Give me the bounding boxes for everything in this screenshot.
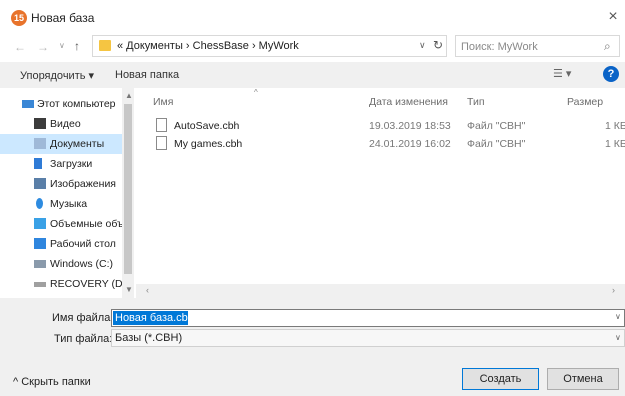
file-date: 24.01.2019 16:02: [369, 138, 451, 150]
sidebar-item-downloads[interactable]: Загрузки: [0, 154, 122, 174]
refresh-icon[interactable]: ↻: [433, 38, 443, 52]
address-bar[interactable]: « Документы › ChessBase › MyWork ∨ ↻: [92, 35, 447, 57]
column-header-date[interactable]: Дата изменения: [369, 96, 448, 108]
search-input[interactable]: [461, 39, 596, 54]
sidebar-item-label: Рабочий стол: [50, 238, 116, 250]
sidebar-item-label: RECOVERY (D:): [50, 278, 122, 290]
back-arrow-icon[interactable]: ←: [14, 40, 26, 54]
file-row[interactable]: My games.cbh 24.01.2019 16:02 Файл "CBH"…: [136, 134, 625, 154]
chevron-down-icon[interactable]: ∨: [615, 312, 621, 321]
sidebar-item-label: Windows (C:): [50, 258, 114, 270]
create-button[interactable]: Создать: [462, 368, 539, 390]
documents-icon: [34, 138, 46, 149]
chevron-down-icon[interactable]: ∨: [615, 333, 621, 342]
close-button[interactable]: ×: [604, 8, 622, 26]
filename-field[interactable]: ∨: [111, 309, 625, 327]
sidebar-item-documents[interactable]: Документы: [0, 134, 122, 154]
scroll-down-icon[interactable]: ▼: [125, 285, 133, 294]
file-name: My games.cbh: [174, 138, 243, 150]
file-size: 1 КБ: [605, 138, 625, 150]
column-header-size[interactable]: Размер: [567, 96, 603, 108]
chevron-down-icon[interactable]: ∨: [419, 40, 426, 51]
up-arrow-icon[interactable]: ↑: [74, 39, 80, 53]
app-icon: 15: [11, 10, 27, 26]
sidebar-item-label: Этот компьютер: [37, 98, 116, 110]
music-icon: [36, 198, 43, 209]
desktop-icon: [34, 238, 46, 249]
sidebar-item-label: Загрузки: [50, 158, 93, 170]
file-row[interactable]: AutoSave.cbh 19.03.2019 18:53 Файл "CBH"…: [136, 116, 625, 136]
recent-locations-icon[interactable]: ∨: [59, 41, 65, 50]
file-date: 19.03.2019 18:53: [369, 120, 451, 132]
toolbar: Упорядочить ▾ Новая папка ☰ ▾ ?: [0, 62, 625, 88]
sidebar-item-drive-d[interactable]: RECOVERY (D:): [0, 274, 122, 294]
hide-folders-button[interactable]: ^ Скрыть папки: [13, 376, 91, 388]
cancel-button[interactable]: Отмена: [547, 368, 619, 390]
scroll-left-icon[interactable]: ‹: [146, 285, 149, 295]
folder-icon: [99, 40, 111, 51]
organize-button[interactable]: Упорядочить ▾: [20, 69, 94, 82]
sidebar-item-3d-objects[interactable]: Объемные объ: [0, 214, 122, 234]
file-type: Файл "CBH": [467, 120, 526, 132]
filetype-select[interactable]: Базы (*.CBH) ∨: [111, 329, 625, 347]
column-header-type[interactable]: Тип: [467, 96, 485, 108]
column-header-name[interactable]: Имя: [153, 96, 173, 108]
sidebar-item-label: Видео: [50, 118, 81, 130]
file-type: Файл "CBH": [467, 138, 526, 150]
forward-arrow-icon[interactable]: →: [37, 40, 49, 54]
scroll-right-icon[interactable]: ›: [612, 285, 615, 295]
drive-icon: [34, 260, 46, 268]
navigation-pane: Этот компьютер Видео Документы Загрузки …: [0, 88, 135, 298]
new-folder-button[interactable]: Новая папка: [115, 69, 179, 81]
help-icon[interactable]: ?: [603, 66, 619, 82]
filename-input[interactable]: [113, 311, 188, 325]
filetype-label: Тип файла:: [54, 333, 113, 345]
file-list: Имя ^ Дата изменения Тип Размер AutoSave…: [136, 88, 625, 284]
sidebar-item-music[interactable]: Музыка: [0, 194, 122, 214]
sidebar-item-label: Изображения: [50, 178, 116, 190]
scroll-up-icon[interactable]: ▲: [125, 91, 133, 100]
drive-icon: [34, 282, 46, 287]
sidebar-item-label: Документы: [50, 138, 105, 150]
sidebar-item-label: Музыка: [50, 198, 88, 210]
sidebar-item-this-pc[interactable]: Этот компьютер: [0, 94, 122, 114]
window-title: Новая база: [31, 11, 95, 25]
file-name: AutoSave.cbh: [174, 120, 240, 132]
filename-label: Имя файла:: [52, 312, 114, 324]
view-options-icon[interactable]: ☰ ▾: [553, 67, 571, 80]
scroll-thumb[interactable]: [124, 104, 132, 274]
sidebar-item-label: Объемные объ: [50, 218, 122, 230]
horizontal-scrollbar[interactable]: [136, 284, 625, 298]
file-size: 1 КБ: [605, 120, 625, 132]
file-icon: [156, 118, 167, 132]
3d-objects-icon: [34, 218, 46, 229]
search-icon[interactable]: ⌕: [604, 39, 616, 53]
sidebar-item-video[interactable]: Видео: [0, 114, 122, 134]
pictures-icon: [34, 178, 46, 189]
sidebar-item-desktop[interactable]: Рабочий стол: [0, 234, 122, 254]
download-icon: [34, 158, 42, 169]
filetype-value: Базы (*.CBH): [115, 332, 183, 344]
computer-icon: [22, 100, 34, 108]
sort-arrow-icon: ^: [254, 88, 258, 97]
search-box[interactable]: ⌕: [455, 35, 620, 57]
sidebar-item-drive-c[interactable]: Windows (C:): [0, 254, 122, 274]
file-icon: [156, 136, 167, 150]
breadcrumb[interactable]: « Документы › ChessBase › MyWork: [117, 40, 299, 52]
video-icon: [34, 118, 46, 129]
sidebar-item-pictures[interactable]: Изображения: [0, 174, 122, 194]
